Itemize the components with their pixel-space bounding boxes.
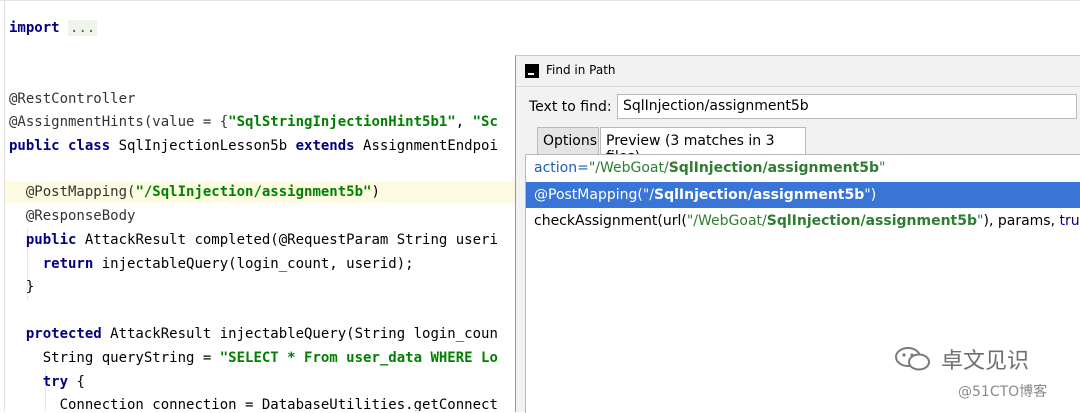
dialog-title: Find in Path [546, 63, 616, 77]
result-row-1[interactable]: action="/WebGoat/SqlInjection/assignment… [526, 155, 1080, 181]
code-line-completed-method: public AttackResult completed(@RequestPa… [25, 232, 498, 248]
result-row-2-selected[interactable]: @PostMapping("/SqlInjection/assignment5b… [526, 182, 1080, 208]
watermark-site: @51CTO博客 [958, 384, 1048, 400]
tab-preview[interactable]: Preview (3 matches in 3 files) [600, 127, 806, 165]
text-to-find-label: Text to find: [529, 99, 612, 115]
code-line-injectablequery: protected AttackResult injectableQuery(S… [25, 326, 498, 342]
code-line-querystring: String queryString = "SELECT * From user… [42, 350, 498, 366]
intellij-app-icon [525, 64, 539, 78]
result-row-3[interactable]: checkAssignment(url("/WebGoat/SqlInjecti… [526, 208, 1080, 234]
code-line-postmapping-highlighted: @PostMapping("/SqlInjection/assignment5b… [5, 181, 519, 203]
code-line-import: import ... [9, 20, 98, 36]
code-line-class-decl: public class SqlInjectionLesson5b extend… [9, 138, 498, 154]
watermark-brand: 卓文见识 [941, 349, 1030, 374]
code-line-restcontroller: @RestController [9, 91, 136, 107]
editor-top-border [0, 0, 1080, 1]
code-line-responsebody: @ResponseBody [25, 208, 136, 224]
code-line-try: try { [42, 374, 85, 390]
tab-options[interactable]: Options [537, 127, 599, 154]
editor-gutter [4, 0, 5, 411]
folded-imports[interactable]: ... [68, 20, 98, 36]
text-to-find-input[interactable]: SqlInjection/assignment5b [617, 94, 1077, 119]
code-line-connection: Connection connection = DatabaseUtilitie… [59, 397, 498, 411]
code-line-assignmenthints: @AssignmentHints(value = {"SqlStringInje… [9, 114, 498, 130]
code-line-closing-brace: } [25, 279, 35, 295]
code-line-return: return injectableQuery(login_count, user… [42, 256, 414, 272]
dialog-titlebar[interactable]: Find in Path [516, 56, 1080, 87]
